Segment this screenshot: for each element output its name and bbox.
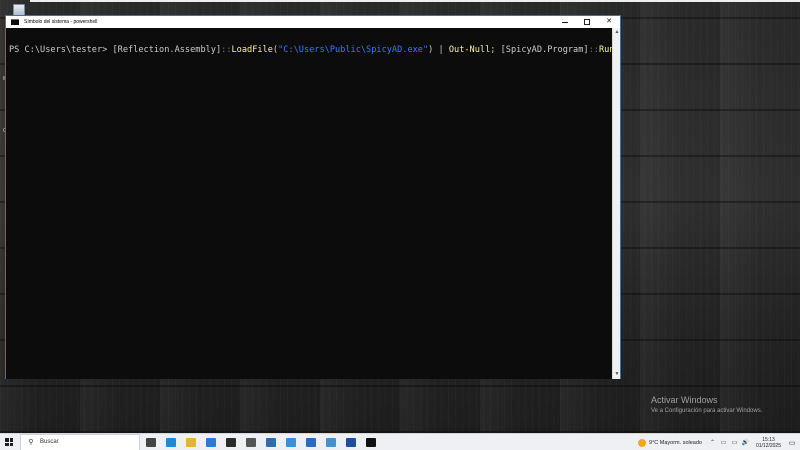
search-placeholder: Buscar (40, 439, 59, 445)
watermark-subtitle: Ve a Configuración para activar Windows. (651, 408, 763, 414)
taskbar-app-button[interactable] (221, 434, 241, 450)
console-window: Símbolo del sistema - powershell ✕ PS C:… (5, 15, 621, 379)
type-token: [SpicyAD.Program] (500, 45, 589, 55)
taskbar-app-button[interactable] (341, 434, 361, 450)
task-view-icon (146, 437, 156, 447)
windows-logo-icon (5, 438, 13, 446)
close-button[interactable]: ✕ (598, 16, 620, 28)
taskbar-app-button[interactable] (161, 434, 181, 450)
window-controls: ✕ (554, 16, 620, 28)
taskbar: ⚲ Buscar 9°C Mayorm. soleado ⌃ ▭ ▭ 🔊 15:… (0, 433, 800, 450)
taskbar-app-button[interactable] (241, 434, 261, 450)
type-token: [Reflection.Assembly] (112, 45, 222, 55)
image-icon (306, 437, 316, 447)
powershell-icon (346, 437, 356, 447)
clock-date: 01/12/2025 (755, 442, 781, 449)
maximize-icon (584, 19, 590, 25)
weather-icon[interactable] (638, 438, 647, 447)
method-token: Run (598, 45, 613, 55)
method-token: LoadFile (231, 45, 273, 55)
prompt: PS C:\Users\tester> (9, 45, 113, 55)
command-prompt-icon (366, 437, 376, 447)
scroll-up-icon[interactable]: ▲ (613, 28, 621, 37)
edge-icon (166, 437, 176, 447)
operator-token: :: (588, 45, 599, 55)
operator-token: :: (221, 45, 232, 55)
window-title: Símbolo del sistema - powershell (24, 19, 98, 25)
minimize-button[interactable] (554, 16, 576, 28)
search-icon: ⚲ (28, 439, 34, 446)
app-window-icon (286, 437, 296, 447)
clock[interactable]: 15:13 01/12/2025 (756, 437, 781, 449)
taskbar-app-button[interactable] (281, 434, 301, 450)
taskbar-app-button[interactable] (141, 434, 161, 450)
activate-windows-watermark: Activar Windows Ve a Configuración para … (651, 394, 762, 416)
taskbar-search-box[interactable]: ⚲ Buscar (20, 433, 140, 450)
taskbar-app-button[interactable] (181, 434, 201, 450)
display-icon[interactable]: ▭ (730, 439, 739, 446)
window-titlebar[interactable]: Símbolo del sistema - powershell ✕ (6, 16, 620, 28)
taskbar-app-button[interactable] (261, 434, 281, 450)
command-line: PS C:\Users\tester> [Reflection.Assembly… (9, 44, 613, 56)
maximize-button[interactable] (576, 16, 598, 28)
console-output[interactable]: PS C:\Users\tester> [Reflection.Assembly… (6, 28, 613, 379)
start-button[interactable] (0, 434, 18, 450)
taskbar-app-button[interactable] (301, 434, 321, 450)
vertical-scrollbar[interactable]: ▲ ▼ (612, 28, 620, 379)
minimize-icon (562, 21, 568, 23)
system-tray: 9°C Mayorm. soleado ⌃ ▭ ▭ 🔊 15:13 01/12/… (638, 434, 800, 450)
scroll-down-icon[interactable]: ▼ (613, 370, 621, 379)
weather-text[interactable]: 9°C Mayorm. soleado (649, 440, 702, 446)
network-icon (266, 437, 276, 447)
semicolon-token: ; (490, 45, 501, 55)
watermark-title: Activar Windows (651, 395, 718, 405)
settings-icon (246, 437, 256, 447)
background-window-edge (30, 0, 800, 2)
notification-icon[interactable]: ▭ (787, 439, 797, 447)
taskbar-app-button[interactable] (201, 434, 221, 450)
show-hidden-icons-icon[interactable]: ⌃ (708, 439, 717, 446)
cmdlet-token: Out-Null (448, 45, 491, 55)
security-icon (226, 437, 236, 447)
mail-icon (206, 437, 216, 447)
server-icon (326, 437, 336, 447)
taskbar-app-button[interactable] (361, 434, 381, 450)
string-token: "C:\Users\Public\SpicyAD.exe" (278, 45, 429, 55)
pinned-apps (141, 434, 381, 450)
console-app-icon (11, 19, 19, 25)
pipe-token: | (433, 45, 449, 55)
network-status-icon[interactable]: ▭ (719, 439, 728, 446)
file-explorer-icon (186, 437, 196, 447)
taskbar-app-button[interactable] (321, 434, 341, 450)
volume-icon[interactable]: 🔊 (741, 439, 750, 446)
